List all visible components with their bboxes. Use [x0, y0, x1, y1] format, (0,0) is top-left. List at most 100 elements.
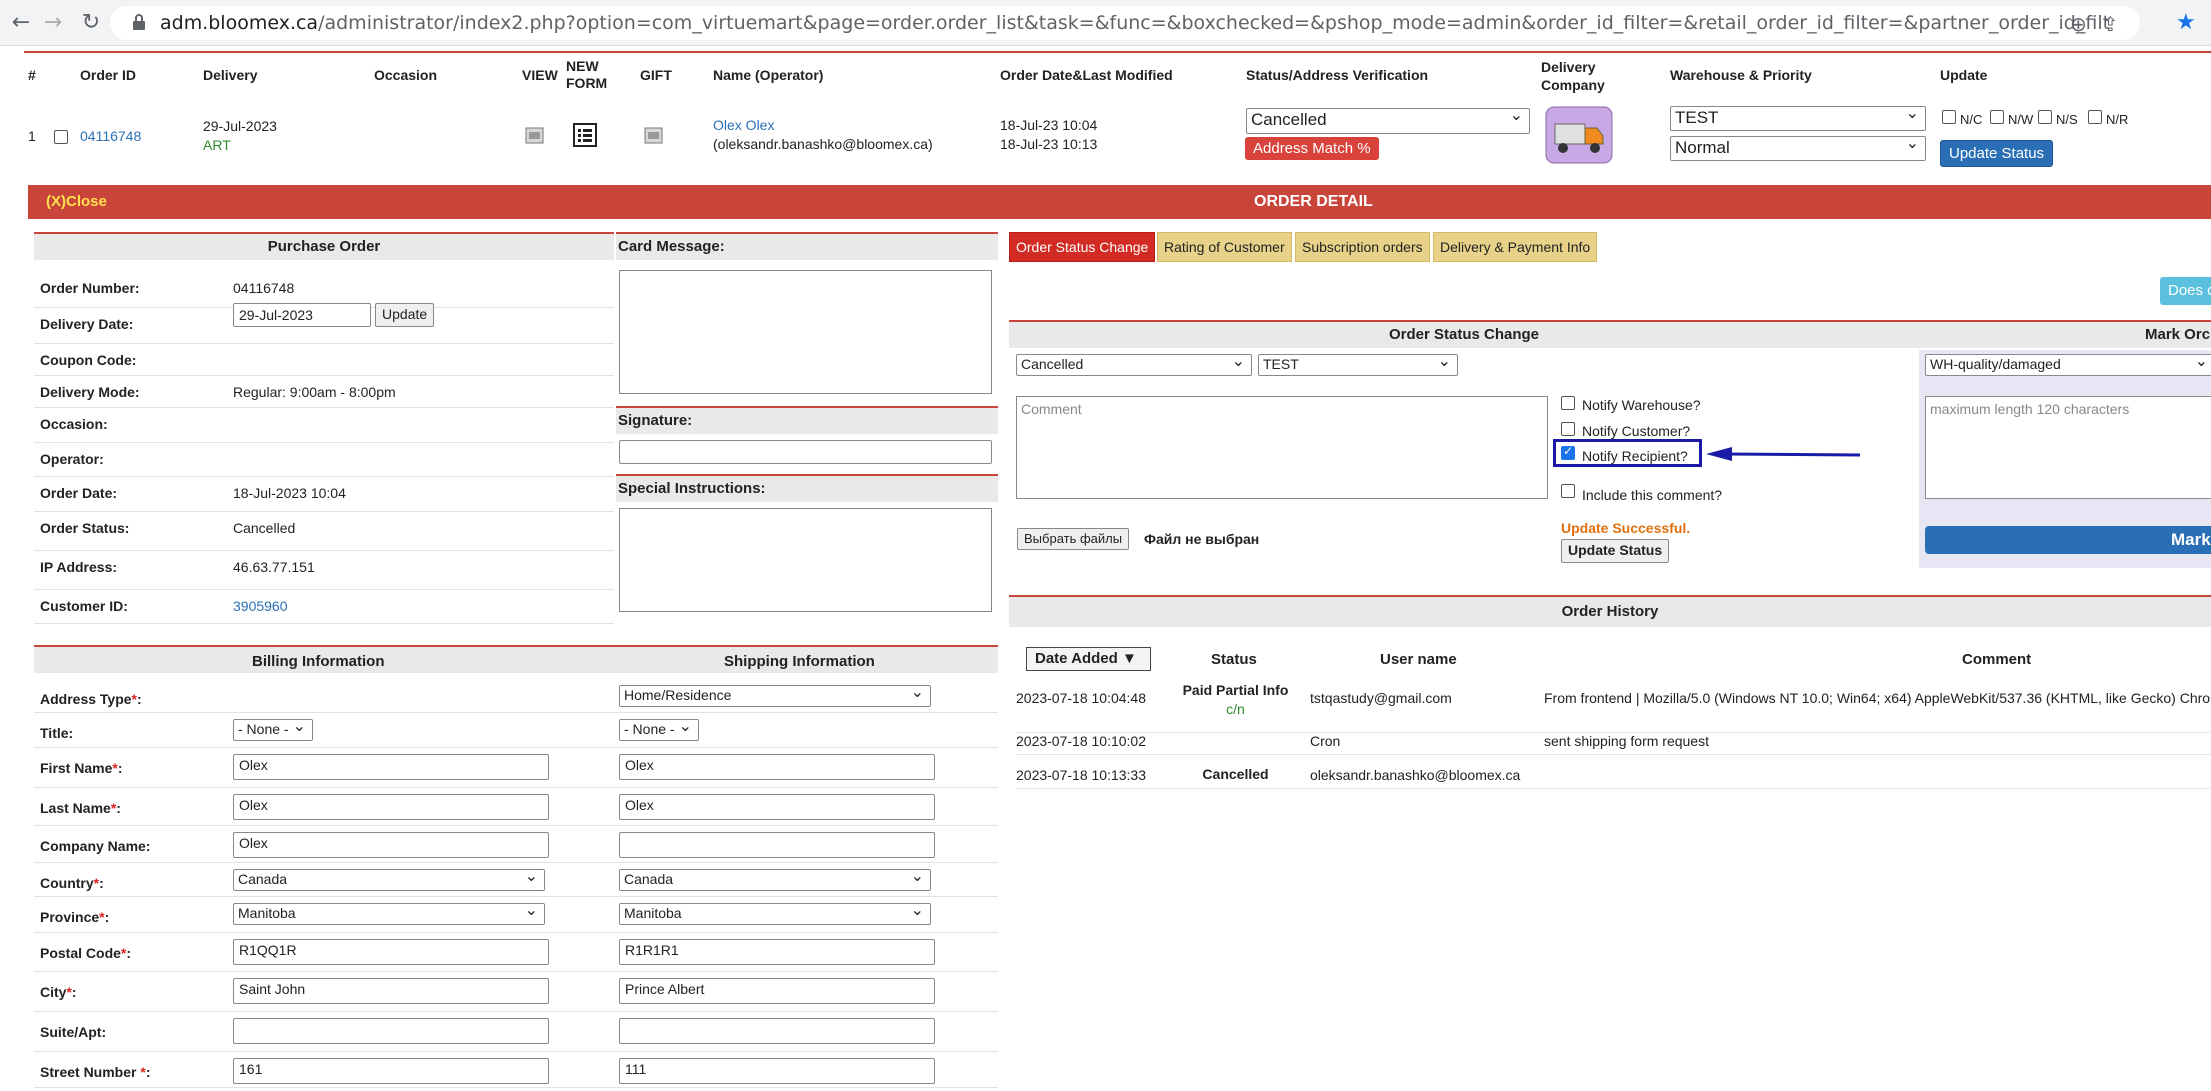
billing-input[interactable]: 161 [233, 1058, 549, 1084]
priority-select[interactable]: Normal [1670, 133, 1926, 161]
notify-customer-checkbox[interactable] [1561, 422, 1575, 436]
shipping-title: Shipping Information [724, 653, 875, 670]
close-button[interactable]: (X)Close [46, 193, 107, 210]
notify-recipient-checkbox[interactable] [1561, 444, 1575, 460]
flag-ns-checkbox[interactable] [2038, 110, 2052, 124]
back-icon[interactable]: ← [6, 8, 36, 38]
update-success-text: Update Successful. [1561, 520, 1691, 536]
shipping-input[interactable]: R1R1R1 [619, 939, 935, 965]
billing-label: Suite/Apt: [40, 1024, 107, 1040]
flag-nw-checkbox[interactable] [1990, 110, 2004, 124]
shipping-input[interactable] [619, 832, 935, 858]
billing-input[interactable] [233, 1018, 549, 1044]
does-button[interactable]: Does c [2160, 277, 2211, 305]
customer-id-link[interactable]: 3905960 [233, 598, 288, 614]
notify-warehouse-checkbox[interactable] [1561, 396, 1575, 410]
billing-input[interactable]: Olex [233, 794, 549, 820]
order-id-link[interactable]: 04116748 [80, 128, 141, 144]
shipping-input[interactable]: Olex [619, 794, 935, 820]
reload-icon[interactable]: ↻ [76, 8, 106, 38]
history-comment: sent shipping form request [1544, 733, 1709, 749]
history-user: tstqastudy@gmail.com [1310, 690, 1452, 706]
view-icon[interactable] [524, 126, 546, 146]
billing-select[interactable]: Manitoba [233, 900, 545, 925]
purchase-order-header: Purchase Order [34, 232, 614, 260]
billing-select[interactable]: Canada [233, 866, 545, 891]
order-date: 18-Jul-23 10:04 [1000, 117, 1098, 133]
delivery-date-input[interactable] [233, 303, 371, 327]
warehouse-select[interactable]: TEST [1670, 103, 1926, 131]
comment-textarea[interactable]: Comment [1016, 396, 1548, 499]
card-message-textarea[interactable] [619, 270, 992, 394]
billing-label: Address Type*: [40, 691, 142, 707]
address-bar[interactable]: adm.bloomex.ca/administrator/index2.php?… [110, 6, 2140, 40]
order-status-change-header: Order Status Change [1009, 320, 1919, 348]
notify-customer-label: Notify Customer? [1582, 423, 1691, 439]
special-instructions-header: Special Instructions: [616, 474, 998, 502]
history-status-sub: c/n [1226, 701, 1245, 717]
delivery-date-update-button[interactable]: Update [375, 303, 435, 327]
flag-nc-checkbox[interactable] [1942, 110, 1956, 124]
shipping-select[interactable]: Manitoba [619, 900, 931, 925]
col-name: Name (Operator) [713, 67, 824, 83]
order-status-select[interactable]: Cancelled [1016, 351, 1252, 376]
billing-label: Title: [40, 725, 74, 741]
billing-input[interactable]: Olex [233, 754, 549, 780]
zoom-icon[interactable]: ⊕ [2070, 12, 2087, 36]
po-value: 46.63.77.151 [233, 559, 315, 575]
sort-date-added-button[interactable]: Date Added ▼ [1026, 647, 1151, 671]
file-status-text: Файл не выбран [1144, 531, 1260, 547]
shipping-select[interactable]: Canada [619, 866, 931, 891]
mark-reason-select[interactable]: WH-quality/damaged [1925, 351, 2211, 376]
notify-warehouse-label: Notify Warehouse? [1582, 397, 1701, 413]
history-col-status: Status [1211, 651, 1257, 668]
po-value: 04116748 [233, 280, 295, 296]
tab-subscription-orders[interactable]: Subscription orders [1295, 232, 1430, 262]
share-icon[interactable]: ⇪ [2102, 12, 2119, 36]
po-label: Delivery Date: [40, 316, 134, 332]
order-warehouse-select[interactable]: TEST [1258, 351, 1458, 376]
special-instructions-textarea[interactable] [619, 508, 992, 612]
new-form-icon[interactable] [572, 122, 598, 148]
address-match-button[interactable]: Address Match % [1245, 137, 1379, 160]
col-delivery-company: Delivery Company [1541, 59, 1605, 93]
shipping-select[interactable]: - None - [619, 716, 699, 741]
mark-button[interactable]: Mark [1925, 526, 2211, 554]
col-update: Update [1940, 67, 1988, 83]
row-number: 1 [28, 128, 36, 144]
col-gift: GIFT [640, 67, 672, 83]
shipping-input[interactable]: Olex [619, 754, 935, 780]
tab-rating-of-customer[interactable]: Rating of Customer [1157, 232, 1292, 262]
forward-icon[interactable]: → [38, 8, 68, 38]
flag-nr-checkbox[interactable] [2088, 110, 2102, 124]
mark-order-header: Mark Orc [1919, 320, 2211, 348]
flag-nw-label: N/W [2008, 112, 2034, 127]
choose-file-button[interactable]: Выбрать файлы [1017, 528, 1130, 550]
shipping-input[interactable]: 111 [619, 1058, 935, 1084]
status-select[interactable]: Cancelled [1246, 105, 1530, 134]
billing-input[interactable]: Saint John [233, 978, 549, 1004]
update-status-button-top[interactable]: Update Status [1940, 140, 2054, 167]
shipping-input[interactable] [619, 1018, 935, 1044]
customer-name-link[interactable]: Olex Olex [713, 117, 774, 133]
mark-comment-textarea[interactable]: maximum length 120 characters [1925, 396, 2211, 499]
include-comment-checkbox[interactable] [1561, 484, 1575, 498]
billing-input[interactable]: Olex [233, 832, 549, 858]
delivery-date: 29-Jul-2023 [203, 118, 277, 134]
bookmark-star-icon[interactable]: ★ [2176, 10, 2196, 35]
billing-select[interactable]: - None - [233, 716, 313, 741]
col-status: Status/Address Verification [1246, 67, 1429, 83]
col-num: # [28, 67, 36, 83]
row-checkbox[interactable] [54, 130, 68, 144]
signature-input[interactable] [619, 440, 992, 464]
tab-delivery-payment-info[interactable]: Delivery & Payment Info [1433, 232, 1598, 262]
tab-order-status-change[interactable]: Order Status Change [1009, 232, 1156, 262]
shipping-select[interactable]: Home/Residence [619, 682, 931, 707]
billing-label: Street Number *: [40, 1064, 151, 1080]
history-user: Cron [1310, 733, 1341, 749]
gift-icon[interactable] [643, 126, 665, 146]
billing-input[interactable]: R1QQ1R [233, 939, 549, 965]
update-status-button[interactable]: Update Status [1561, 539, 1670, 563]
shipping-input[interactable]: Prince Albert [619, 978, 935, 1004]
include-comment-label: Include this comment? [1582, 487, 1723, 503]
